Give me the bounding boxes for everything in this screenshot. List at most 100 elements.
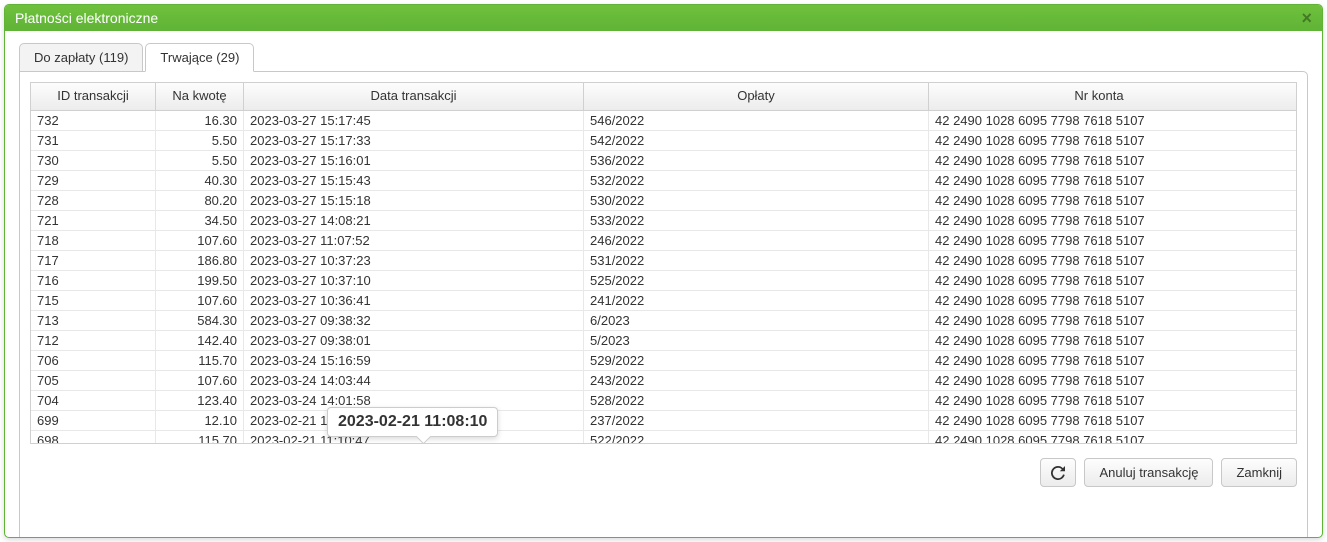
col-header-account[interactable]: Nr konta xyxy=(929,83,1269,110)
close-button[interactable]: Zamknij xyxy=(1221,458,1297,487)
footer-buttons: Anuluj transakcję Zamknij xyxy=(30,458,1297,487)
cell-fee: 5/2023 xyxy=(584,331,929,350)
cell-fee: 525/2022 xyxy=(584,271,929,290)
close-icon[interactable]: × xyxy=(1301,9,1312,27)
grid-body[interactable]: 73216.302023-03-27 15:17:45546/202242 24… xyxy=(31,111,1296,444)
cell-account: 42 2490 1028 6095 7798 7618 5107 xyxy=(929,411,1269,430)
refresh-button[interactable] xyxy=(1040,458,1076,487)
cell-account: 42 2490 1028 6095 7798 7618 5107 xyxy=(929,351,1269,370)
cell-fee: 6/2023 xyxy=(584,311,929,330)
cell-date: 2023-03-27 14:08:21 xyxy=(244,211,584,230)
table-row[interactable]: 713584.302023-03-27 09:38:326/202342 249… xyxy=(31,311,1296,331)
cell-amount: 34.50 xyxy=(156,211,244,230)
cell-date: 2023-03-24 15:16:59 xyxy=(244,351,584,370)
cell-amount: 123.40 xyxy=(156,391,244,410)
cell-fee: 529/2022 xyxy=(584,351,929,370)
table-row[interactable]: 69912.102023-02-21 11:10:59237/202242 24… xyxy=(31,411,1296,431)
cell-fee: 522/2022 xyxy=(584,431,929,444)
grid-header: ID transakcji Na kwotę Data transakcji O… xyxy=(31,83,1296,111)
table-row[interactable]: 7305.502023-03-27 15:16:01536/202242 249… xyxy=(31,151,1296,171)
cell-date: 2023-03-27 15:16:01 xyxy=(244,151,584,170)
cell-date: 2023-03-27 15:15:18 xyxy=(244,191,584,210)
cell-fee: 237/2022 xyxy=(584,411,929,430)
cell-account: 42 2490 1028 6095 7798 7618 5107 xyxy=(929,111,1269,130)
table-row[interactable]: 698115.702023-02-21 11:10:47522/202242 2… xyxy=(31,431,1296,444)
cell-date: 2023-02-21 11:10:59 xyxy=(244,411,584,430)
cell-id: 732 xyxy=(31,111,156,130)
cell-id: 706 xyxy=(31,351,156,370)
cell-account: 42 2490 1028 6095 7798 7618 5107 xyxy=(929,271,1269,290)
table-row[interactable]: 72940.302023-03-27 15:15:43532/202242 24… xyxy=(31,171,1296,191)
cell-amount: 107.60 xyxy=(156,371,244,390)
payments-window: Płatności elektroniczne × Do zapłaty (11… xyxy=(4,4,1323,538)
cell-account: 42 2490 1028 6095 7798 7618 5107 xyxy=(929,371,1269,390)
tab-panel-pending: ID transakcji Na kwotę Data transakcji O… xyxy=(19,71,1308,538)
cell-amount: 40.30 xyxy=(156,171,244,190)
cell-id: 716 xyxy=(31,271,156,290)
cell-fee: 531/2022 xyxy=(584,251,929,270)
cell-fee: 532/2022 xyxy=(584,171,929,190)
cell-amount: 186.80 xyxy=(156,251,244,270)
cell-amount: 12.10 xyxy=(156,411,244,430)
cell-id: 729 xyxy=(31,171,156,190)
cell-id: 721 xyxy=(31,211,156,230)
col-header-date[interactable]: Data transakcji xyxy=(244,83,584,110)
tab-to-pay[interactable]: Do zapłaty (119) xyxy=(19,43,143,72)
table-row[interactable]: 73216.302023-03-27 15:17:45546/202242 24… xyxy=(31,111,1296,131)
cell-id: 705 xyxy=(31,371,156,390)
cell-fee: 243/2022 xyxy=(584,371,929,390)
transactions-grid: ID transakcji Na kwotę Data transakcji O… xyxy=(30,82,1297,444)
cell-date: 2023-03-27 15:15:43 xyxy=(244,171,584,190)
table-row[interactable]: 7315.502023-03-27 15:17:33542/202242 249… xyxy=(31,131,1296,151)
cell-fee: 528/2022 xyxy=(584,391,929,410)
col-header-id[interactable]: ID transakcji xyxy=(31,83,156,110)
cell-date: 2023-03-24 14:01:58 xyxy=(244,391,584,410)
cell-account: 42 2490 1028 6095 7798 7618 5107 xyxy=(929,311,1269,330)
cell-fee: 246/2022 xyxy=(584,231,929,250)
cancel-transaction-button[interactable]: Anuluj transakcję xyxy=(1084,458,1213,487)
cell-account: 42 2490 1028 6095 7798 7618 5107 xyxy=(929,431,1269,444)
table-row[interactable]: 72880.202023-03-27 15:15:18530/202242 24… xyxy=(31,191,1296,211)
cell-date: 2023-03-27 09:38:01 xyxy=(244,331,584,350)
table-row[interactable]: 704123.402023-03-24 14:01:58528/202242 2… xyxy=(31,391,1296,411)
cell-date: 2023-03-27 11:07:52 xyxy=(244,231,584,250)
table-row[interactable]: 712142.402023-03-27 09:38:015/202342 249… xyxy=(31,331,1296,351)
col-header-amount[interactable]: Na kwotę xyxy=(156,83,244,110)
cell-account: 42 2490 1028 6095 7798 7618 5107 xyxy=(929,151,1269,170)
col-header-fee[interactable]: Opłaty xyxy=(584,83,929,110)
cell-date: 2023-03-24 14:03:44 xyxy=(244,371,584,390)
table-row[interactable]: 705107.602023-03-24 14:03:44243/202242 2… xyxy=(31,371,1296,391)
cell-amount: 115.70 xyxy=(156,431,244,444)
table-row[interactable]: 715107.602023-03-27 10:36:41241/202242 2… xyxy=(31,291,1296,311)
table-row[interactable]: 72134.502023-03-27 14:08:21533/202242 24… xyxy=(31,211,1296,231)
cell-date: 2023-03-27 10:37:10 xyxy=(244,271,584,290)
tab-pending[interactable]: Trwające (29) xyxy=(145,43,254,72)
cell-date: 2023-03-27 10:36:41 xyxy=(244,291,584,310)
titlebar: Płatności elektroniczne × xyxy=(5,5,1322,31)
cell-amount: 80.20 xyxy=(156,191,244,210)
cell-amount: 107.60 xyxy=(156,291,244,310)
table-row[interactable]: 717186.802023-03-27 10:37:23531/202242 2… xyxy=(31,251,1296,271)
table-row[interactable]: 706115.702023-03-24 15:16:59529/202242 2… xyxy=(31,351,1296,371)
cell-fee: 542/2022 xyxy=(584,131,929,150)
cell-fee: 536/2022 xyxy=(584,151,929,170)
cell-date: 2023-03-27 09:38:32 xyxy=(244,311,584,330)
cell-id: 699 xyxy=(31,411,156,430)
cell-id: 698 xyxy=(31,431,156,444)
cell-id: 730 xyxy=(31,151,156,170)
cell-date: 2023-03-27 15:17:45 xyxy=(244,111,584,130)
cell-amount: 107.60 xyxy=(156,231,244,250)
table-row[interactable]: 716199.502023-03-27 10:37:10525/202242 2… xyxy=(31,271,1296,291)
cell-account: 42 2490 1028 6095 7798 7618 5107 xyxy=(929,231,1269,250)
cell-account: 42 2490 1028 6095 7798 7618 5107 xyxy=(929,211,1269,230)
cell-id: 713 xyxy=(31,311,156,330)
cell-fee: 530/2022 xyxy=(584,191,929,210)
table-row[interactable]: 718107.602023-03-27 11:07:52246/202242 2… xyxy=(31,231,1296,251)
cell-account: 42 2490 1028 6095 7798 7618 5107 xyxy=(929,131,1269,150)
cell-date: 2023-03-27 15:17:33 xyxy=(244,131,584,150)
cell-amount: 5.50 xyxy=(156,151,244,170)
cell-date: 2023-03-27 10:37:23 xyxy=(244,251,584,270)
cell-id: 717 xyxy=(31,251,156,270)
cell-amount: 199.50 xyxy=(156,271,244,290)
cell-date: 2023-02-21 11:10:47 xyxy=(244,431,584,444)
